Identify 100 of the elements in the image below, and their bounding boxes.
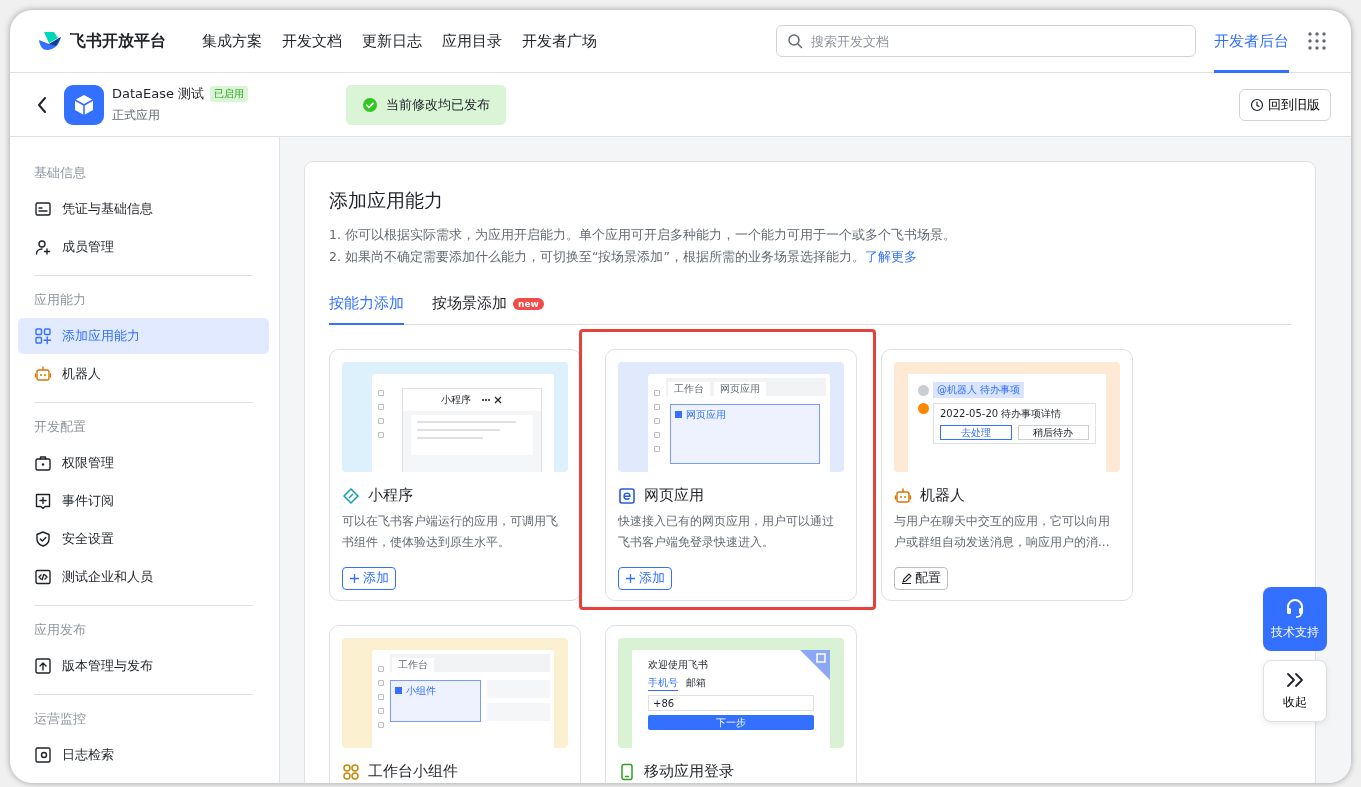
square-icon (675, 411, 682, 418)
id-card-icon (34, 200, 52, 218)
configure-button[interactable]: 配置 (894, 567, 948, 590)
back-icon[interactable] (36, 95, 48, 114)
mock-button: 下一步 (648, 715, 814, 730)
shield-check-icon (34, 530, 52, 548)
upload-icon (34, 657, 52, 675)
status-tag: 已启用 (210, 86, 249, 102)
plus-icon (349, 573, 360, 584)
link-icon (342, 486, 360, 505)
sidebar-item[interactable]: 版本管理与发布 (18, 648, 269, 684)
brand-name: 飞书开放平台 (70, 30, 166, 52)
mock-button: 去处理 (940, 425, 1012, 440)
app-type: 正式应用 (112, 107, 161, 124)
section-heading: 应用能力 (34, 291, 87, 309)
nav-link[interactable]: 开发文档 (282, 31, 342, 51)
sidebar-item[interactable]: 测试企业和人员 (18, 559, 269, 595)
sidebar-item[interactable]: 权限管理 (18, 445, 269, 481)
mock-tab-label: 工作台 (392, 658, 434, 672)
app-grid-icon[interactable] (1307, 31, 1327, 51)
mock-chip: @机器人 待办事项 (933, 382, 1025, 398)
tab[interactable]: 按能力添加 (329, 294, 404, 325)
mock-button: 稍后待办 (1017, 425, 1089, 440)
more-close-icon (481, 396, 503, 404)
mock-tab-label: 工作台 (668, 382, 710, 396)
sidebar-item[interactable]: 日志检索 (18, 737, 269, 773)
mock-tab-label: 手机号 (648, 676, 678, 691)
mock-message: 2022-05-20 待办事项详情 (940, 407, 1063, 421)
web-e-icon (618, 486, 636, 505)
pencil-icon (901, 573, 912, 584)
robot-icon (894, 486, 912, 505)
card-description: 与用户在聊天中交互的应用，它可以向用户或群组自动发送消息，响应用户的消... (894, 513, 1111, 551)
nav-link[interactable]: 更新日志 (362, 31, 422, 51)
mock-heading: 欢迎使用飞书 (648, 658, 709, 672)
card-title: 机器人 (920, 486, 965, 505)
section-heading: 基础信息 (34, 164, 87, 182)
search-field[interactable]: 搜索开发文档 (776, 25, 1196, 57)
nav-link[interactable]: 应用目录 (442, 31, 502, 51)
mock-tab-label: 网页应用 (714, 382, 766, 396)
sidebar-item[interactable]: 成员管理 (18, 229, 269, 265)
support-button[interactable]: 技术支持 (1263, 587, 1327, 651)
add-button[interactable]: 添加 (618, 567, 672, 590)
search-icon (787, 33, 803, 49)
mock-label: 小组件 (406, 684, 436, 698)
code-icon (34, 568, 52, 586)
mock-title: 小程序 (441, 393, 471, 407)
card-description: 快速接入已有的网页应用，用户可以通过飞书客户端免登录快速进入。 (618, 513, 835, 551)
capability-card[interactable]: 工作台 小组件 工作台小组件 (329, 625, 581, 783)
section-heading: 开发配置 (34, 418, 87, 436)
square-icon (395, 687, 402, 694)
learn-more-link[interactable]: 了解更多 (864, 249, 917, 264)
sidebar-item[interactable]: 凭证与基础信息 (18, 191, 269, 227)
nav-link[interactable]: 集成方案 (202, 31, 262, 51)
new-badge: new (513, 297, 544, 310)
double-chevron-icon (1285, 671, 1305, 688)
panel-title: 添加应用能力 (329, 188, 444, 213)
capability-card[interactable]: @机器人 待办事项 2022-05-20 待办事项详情 去处理 稍后待办 机器人 与用户在聊天中交互的应用，它可以向用户或群组自动发送消息，响应用户的消... 配置 (881, 349, 1133, 601)
nav-link[interactable]: 开发者广场 (522, 31, 597, 51)
plus-icon (625, 573, 636, 584)
avatar-icon (918, 384, 929, 396)
card-title: 移动应用登录 (644, 762, 734, 781)
card-title: 小程序 (368, 486, 413, 505)
headset-icon (1284, 597, 1306, 619)
mock-country-code: +86 (653, 697, 675, 709)
section-heading: 应用发布 (34, 621, 87, 639)
section-heading: 运营监控 (34, 710, 87, 728)
history-icon (1250, 97, 1264, 112)
phone-icon (618, 762, 636, 781)
capability-card[interactable]: 小程序 小程序 可以在飞书客户端运行的应用，可调用飞书组件，使体验达到原生水平。 添加 (329, 349, 581, 601)
robot-icon (34, 365, 52, 383)
user-plus-icon (34, 238, 52, 256)
widget-grid-icon (342, 762, 360, 781)
bot-avatar-icon (918, 403, 929, 414)
sidebar-item[interactable]: 事件订阅 (18, 483, 269, 519)
lock-case-icon (34, 454, 52, 472)
sidebar-item[interactable]: 安全设置 (18, 521, 269, 557)
apps-add-icon (34, 327, 52, 345)
card-description: 可以在飞书客户端运行的应用，可调用飞书组件，使体验达到原生水平。 (342, 513, 559, 551)
card-title: 网页应用 (644, 486, 704, 505)
sidebar-item[interactable]: 机器人 (18, 356, 269, 392)
card-title: 工作台小组件 (368, 762, 458, 781)
cube-icon (72, 92, 96, 117)
sidebar-item[interactable]: 添加应用能力 (18, 318, 269, 354)
app-name: DataEase 测试 (112, 85, 205, 103)
capability-card[interactable]: 欢迎使用飞书 手机号 邮箱 +86 下一步 移动应用登录 (605, 625, 857, 783)
logo-icon (36, 30, 64, 52)
mock-label: 网页应用 (686, 408, 726, 422)
add-button[interactable]: 添加 (342, 567, 396, 590)
note-text: 2. 如果尚不确定需要添加什么能力，可切换至“按场景添加”，根据所需的业务场景选择能力。 (329, 249, 865, 264)
console-tab[interactable]: 开发者后台 (1214, 10, 1289, 73)
notice-text: 当前修改均已发布 (386, 95, 491, 114)
note-text: 1. 你可以根据实际需求，为应用开启能力。单个应用可开启多种能力，一个能力可用于一个或多个飞书场景。 (329, 227, 956, 242)
tab[interactable]: 按场景添加 new (432, 294, 544, 325)
legacy-version-button[interactable]: 回到旧版 (1239, 88, 1331, 121)
check-circle-icon (362, 96, 379, 113)
mock-tab-label: 邮箱 (686, 676, 706, 690)
capability-card[interactable]: 工作台 网页应用 网页应用 网页应用 快速接入已有的网页应用，用户可以通过飞书客户端免登录快速进入。 添加 (605, 349, 857, 601)
qr-corner-icon (800, 650, 830, 680)
collapse-button[interactable]: 收起 (1263, 660, 1327, 722)
log-search-icon (34, 746, 52, 764)
